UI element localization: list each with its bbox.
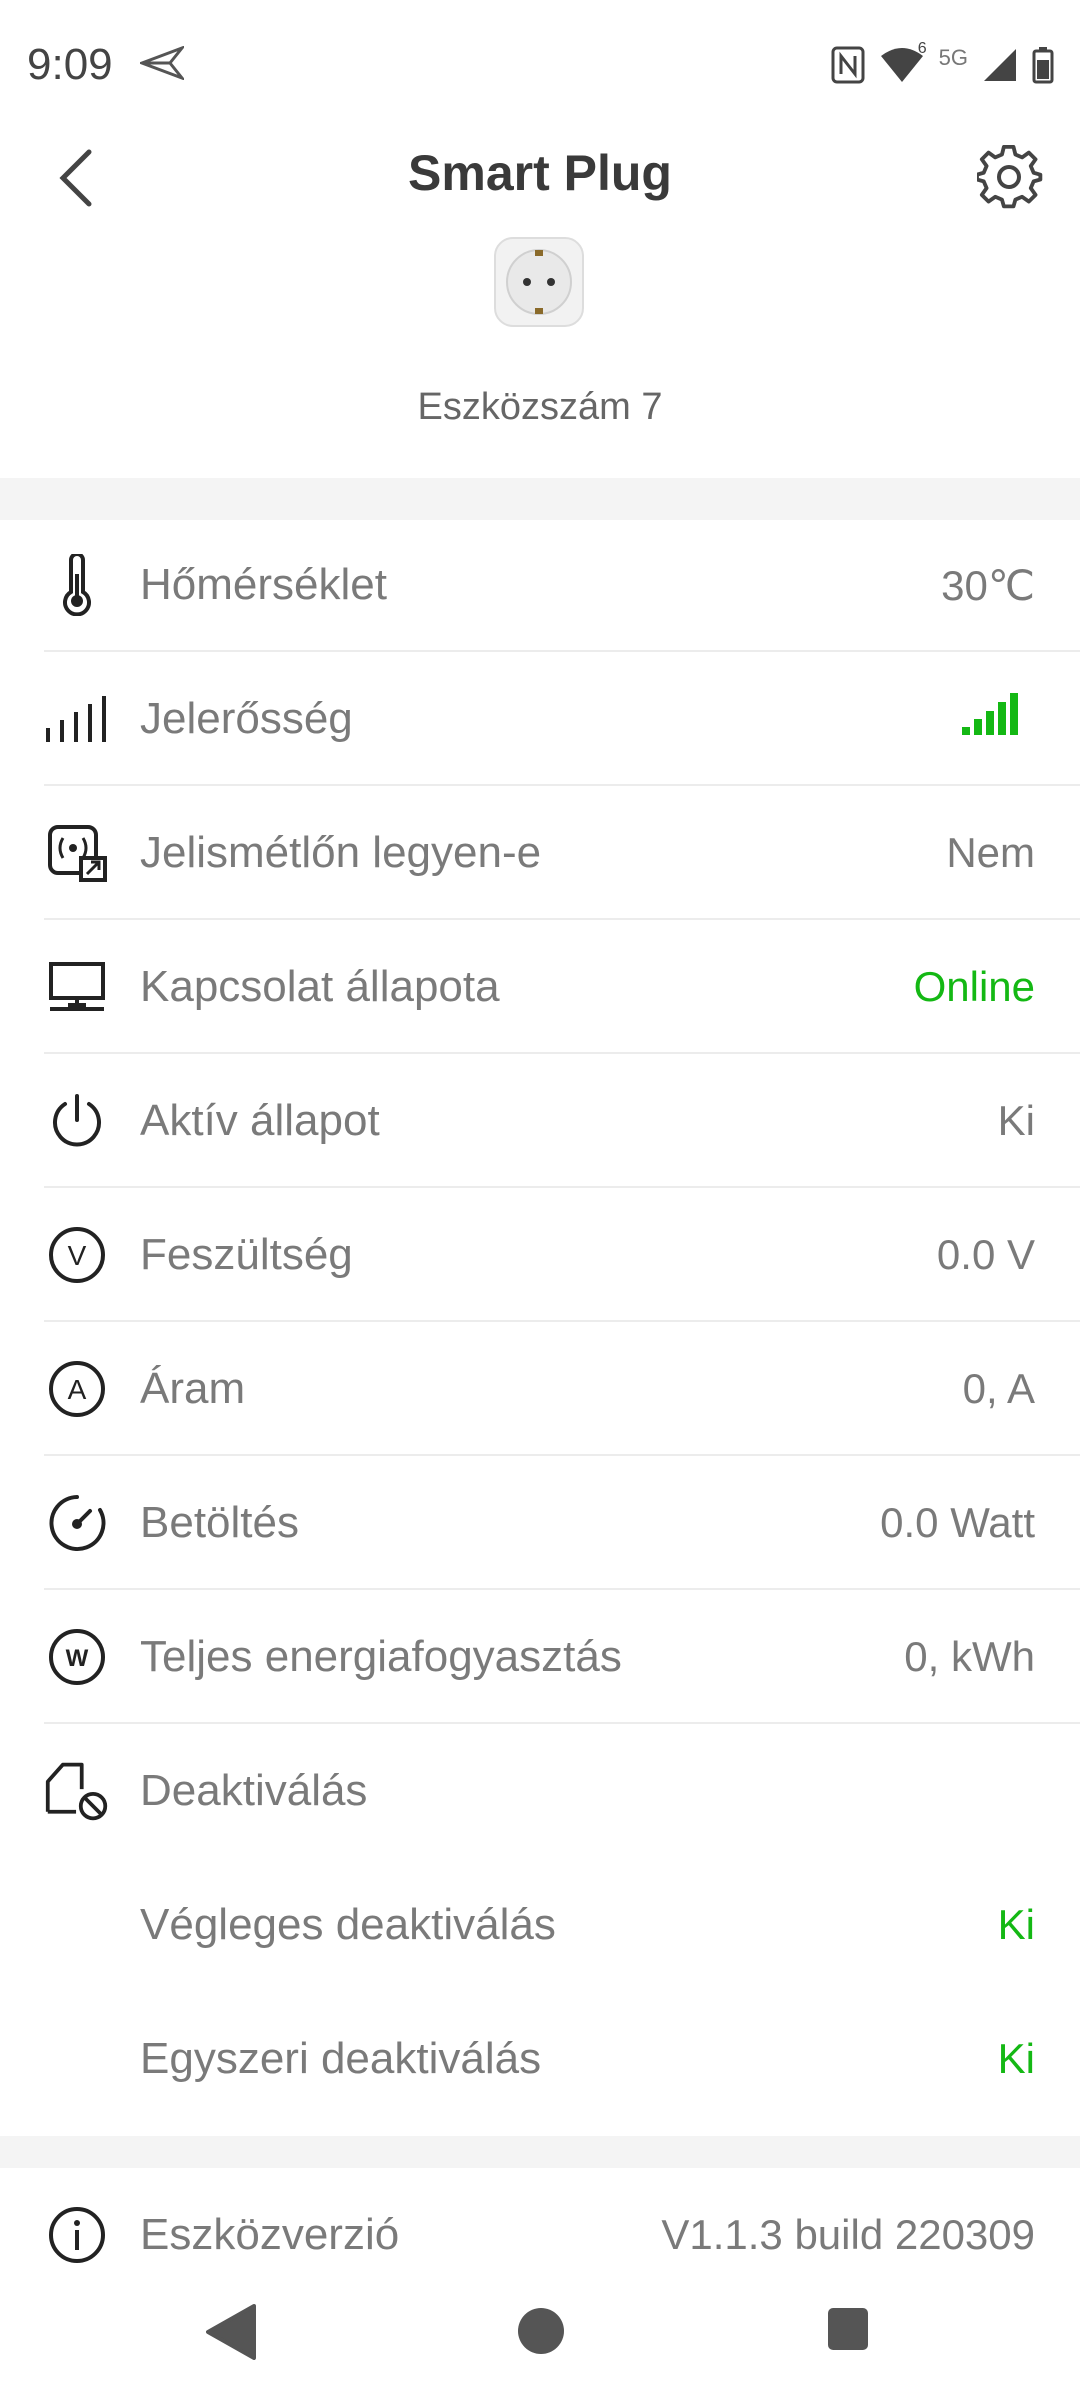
row-label: Kapcsolat állapota	[140, 962, 500, 1011]
row-label: Jelismétlőn legyen-e	[140, 828, 542, 877]
deactivation-icon	[44, 1758, 110, 1824]
wifi-icon: 6	[879, 40, 927, 89]
nav-recents-button[interactable]	[826, 2306, 870, 2357]
signal-bars-icon	[44, 686, 110, 752]
navigation-arrow-icon	[137, 44, 187, 85]
list-item-load: Betöltés 0.0 Watt	[0, 1456, 1080, 1590]
nfc-icon	[831, 46, 865, 89]
list-item-active-state: Aktív állapot Ki	[0, 1054, 1080, 1188]
signal-strength-indicator	[962, 693, 1020, 745]
row-value: 0.0 Watt	[880, 1499, 1035, 1546]
row-value: Nem	[946, 829, 1035, 876]
cell-signal-icon	[982, 47, 1018, 88]
section-divider	[0, 2136, 1080, 2168]
status-icons: 6 5G	[831, 40, 1054, 92]
section-divider	[0, 478, 1080, 520]
row-value: 0, kWh	[904, 1633, 1035, 1680]
svg-text:A: A	[68, 1374, 87, 1405]
repeater-icon	[44, 820, 110, 886]
monitor-icon	[44, 954, 110, 1020]
row-label: Aktív állapot	[140, 1096, 380, 1145]
row-label: Egyszeri deaktiválás	[140, 2034, 542, 2083]
nav-back-button[interactable]	[206, 2304, 256, 2365]
info-icon	[44, 2202, 110, 2268]
row-label: Betöltés	[140, 1498, 299, 1547]
voltage-icon: V	[44, 1222, 110, 1288]
device-name: Eszközszám 7	[417, 386, 663, 428]
smart-plug-image	[493, 236, 585, 328]
gear-icon	[975, 144, 1043, 216]
list-item-voltage: V Feszültség 0.0 V	[0, 1188, 1080, 1322]
row-label: Hőmérséklet	[140, 560, 387, 609]
row-label: Végleges deaktiválás	[140, 1900, 556, 1949]
list-item-repeater: Jelismétlőn legyen-e Nem	[0, 786, 1080, 920]
app-bar: Smart Plug	[0, 130, 1080, 230]
permanent-deactivation-row[interactable]: Végleges deaktiválás Ki	[0, 1858, 1080, 1992]
svg-text:V: V	[68, 1240, 87, 1271]
svg-text:W: W	[66, 1645, 89, 1672]
row-label: Feszültség	[140, 1230, 353, 1279]
firmware-version: V1.1.3 build 220309	[661, 2211, 1035, 2258]
battery-icon	[1032, 46, 1054, 89]
row-value: 30℃	[941, 561, 1035, 609]
page-title: Smart Plug	[408, 145, 672, 201]
power-icon	[44, 1088, 110, 1154]
network-type-label: 5G	[938, 45, 968, 70]
list-item-current: A Áram 0, A	[0, 1322, 1080, 1456]
list-item-deactivation: Deaktiválás	[0, 1724, 1080, 1858]
status-time: 9:09	[27, 40, 113, 89]
current-icon: A	[44, 1356, 110, 1422]
permanent-deactivation-value[interactable]: Ki	[998, 1901, 1035, 1949]
list-item-energy: W Teljes energiafogyasztás 0, kWh	[0, 1590, 1080, 1724]
row-label: Teljes energiafogyasztás	[140, 1632, 622, 1681]
thermometer-icon	[44, 552, 110, 618]
row-label: Deaktiválás	[140, 1766, 368, 1815]
list-item-connection: Kapcsolat állapota Online	[0, 920, 1080, 1054]
list-item-signal: Jelerősség	[0, 652, 1080, 786]
nav-home-button[interactable]	[516, 2306, 566, 2361]
row-value: Ki	[997, 1097, 1035, 1144]
list-item-temperature: Hőmérséklet 30℃	[0, 518, 1080, 652]
watt-icon: W	[44, 1624, 110, 1690]
wifi-badge: 6	[917, 39, 927, 57]
status-bar: 9:09 6 5G	[0, 0, 1080, 130]
row-value: 0, A	[962, 1365, 1035, 1412]
connection-status: Online	[913, 963, 1035, 1010]
gauge-icon	[44, 1490, 110, 1556]
row-label: Eszközverzió	[140, 2210, 400, 2259]
settings-button[interactable]	[970, 140, 1050, 220]
row-value: 0.0 V	[936, 1231, 1035, 1278]
system-nav-bar	[0, 2270, 1080, 2400]
row-label: Áram	[140, 1364, 246, 1413]
single-deactivation-row[interactable]: Egyszeri deaktiválás Ki	[0, 1992, 1080, 2126]
device-info-list: Hőmérséklet 30℃ Jelerősség Jelismétlőn l…	[0, 518, 1080, 2126]
row-label: Jelerősség	[140, 694, 353, 743]
single-deactivation-value[interactable]: Ki	[998, 2035, 1035, 2083]
